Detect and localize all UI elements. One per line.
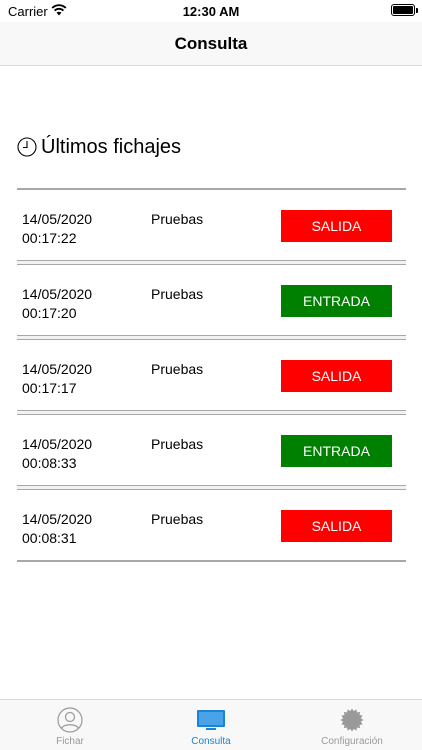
record-time: 00:17:17	[22, 380, 77, 396]
list-item[interactable]: 14/05/2020 00:17:20 Pruebas ENTRADA	[17, 265, 406, 335]
record-type-badge: ENTRADA	[281, 435, 392, 467]
record-time: 00:08:33	[22, 455, 77, 471]
record-time: 00:17:20	[22, 305, 77, 321]
list-item[interactable]: 14/05/2020 00:17:22 Pruebas SALIDA	[17, 190, 406, 260]
record-date: 14/05/2020	[22, 436, 93, 452]
record-type-badge: SALIDA	[281, 510, 392, 542]
tab-label: Consulta	[191, 736, 231, 747]
tab-consulta[interactable]: Consulta	[141, 700, 281, 750]
clock-icon	[17, 137, 37, 157]
record-type-badge: ENTRADA	[281, 285, 392, 317]
tab-label: Configuración	[321, 736, 383, 747]
record-name: Pruebas	[151, 511, 204, 527]
record-time: 00:17:22	[22, 230, 77, 246]
tab-bar: Fichar Consulta Configuración	[0, 699, 422, 750]
monitor-icon	[197, 710, 225, 730]
user-icon	[57, 707, 83, 733]
status-bar: Carrier 12:30 AM	[0, 0, 422, 22]
record-name: Pruebas	[151, 211, 204, 227]
record-time: 00:08:31	[22, 530, 77, 546]
record-date: 14/05/2020	[22, 286, 93, 302]
status-time: 12:30 AM	[182, 4, 240, 19]
page-title: Consulta	[174, 34, 248, 53]
record-type-badge: SALIDA	[281, 210, 392, 242]
record-date: 14/05/2020	[22, 211, 93, 227]
list-item[interactable]: 14/05/2020 00:17:17 Pruebas SALIDA	[17, 340, 406, 410]
records-list: 14/05/2020 00:17:22 Pruebas SALIDA 14/05…	[17, 188, 406, 562]
record-name: Pruebas	[151, 361, 204, 377]
tab-fichar[interactable]: Fichar	[0, 700, 140, 750]
record-name: Pruebas	[151, 286, 204, 302]
gear-icon	[340, 708, 364, 732]
record-name: Pruebas	[151, 436, 204, 452]
record-date: 14/05/2020	[22, 511, 93, 527]
section-title: Últimos fichajes	[41, 136, 182, 158]
record-type-badge: SALIDA	[281, 360, 392, 392]
list-divider	[17, 560, 406, 562]
tab-configuracion[interactable]: Configuración	[282, 700, 422, 750]
battery-icon	[391, 4, 418, 16]
list-item[interactable]: 14/05/2020 00:08:31 Pruebas SALIDA	[17, 490, 406, 560]
record-date: 14/05/2020	[22, 361, 93, 377]
tab-label: Fichar	[56, 736, 84, 747]
nav-bar: Consulta	[0, 22, 422, 66]
list-item[interactable]: 14/05/2020 00:08:33 Pruebas ENTRADA	[17, 415, 406, 485]
